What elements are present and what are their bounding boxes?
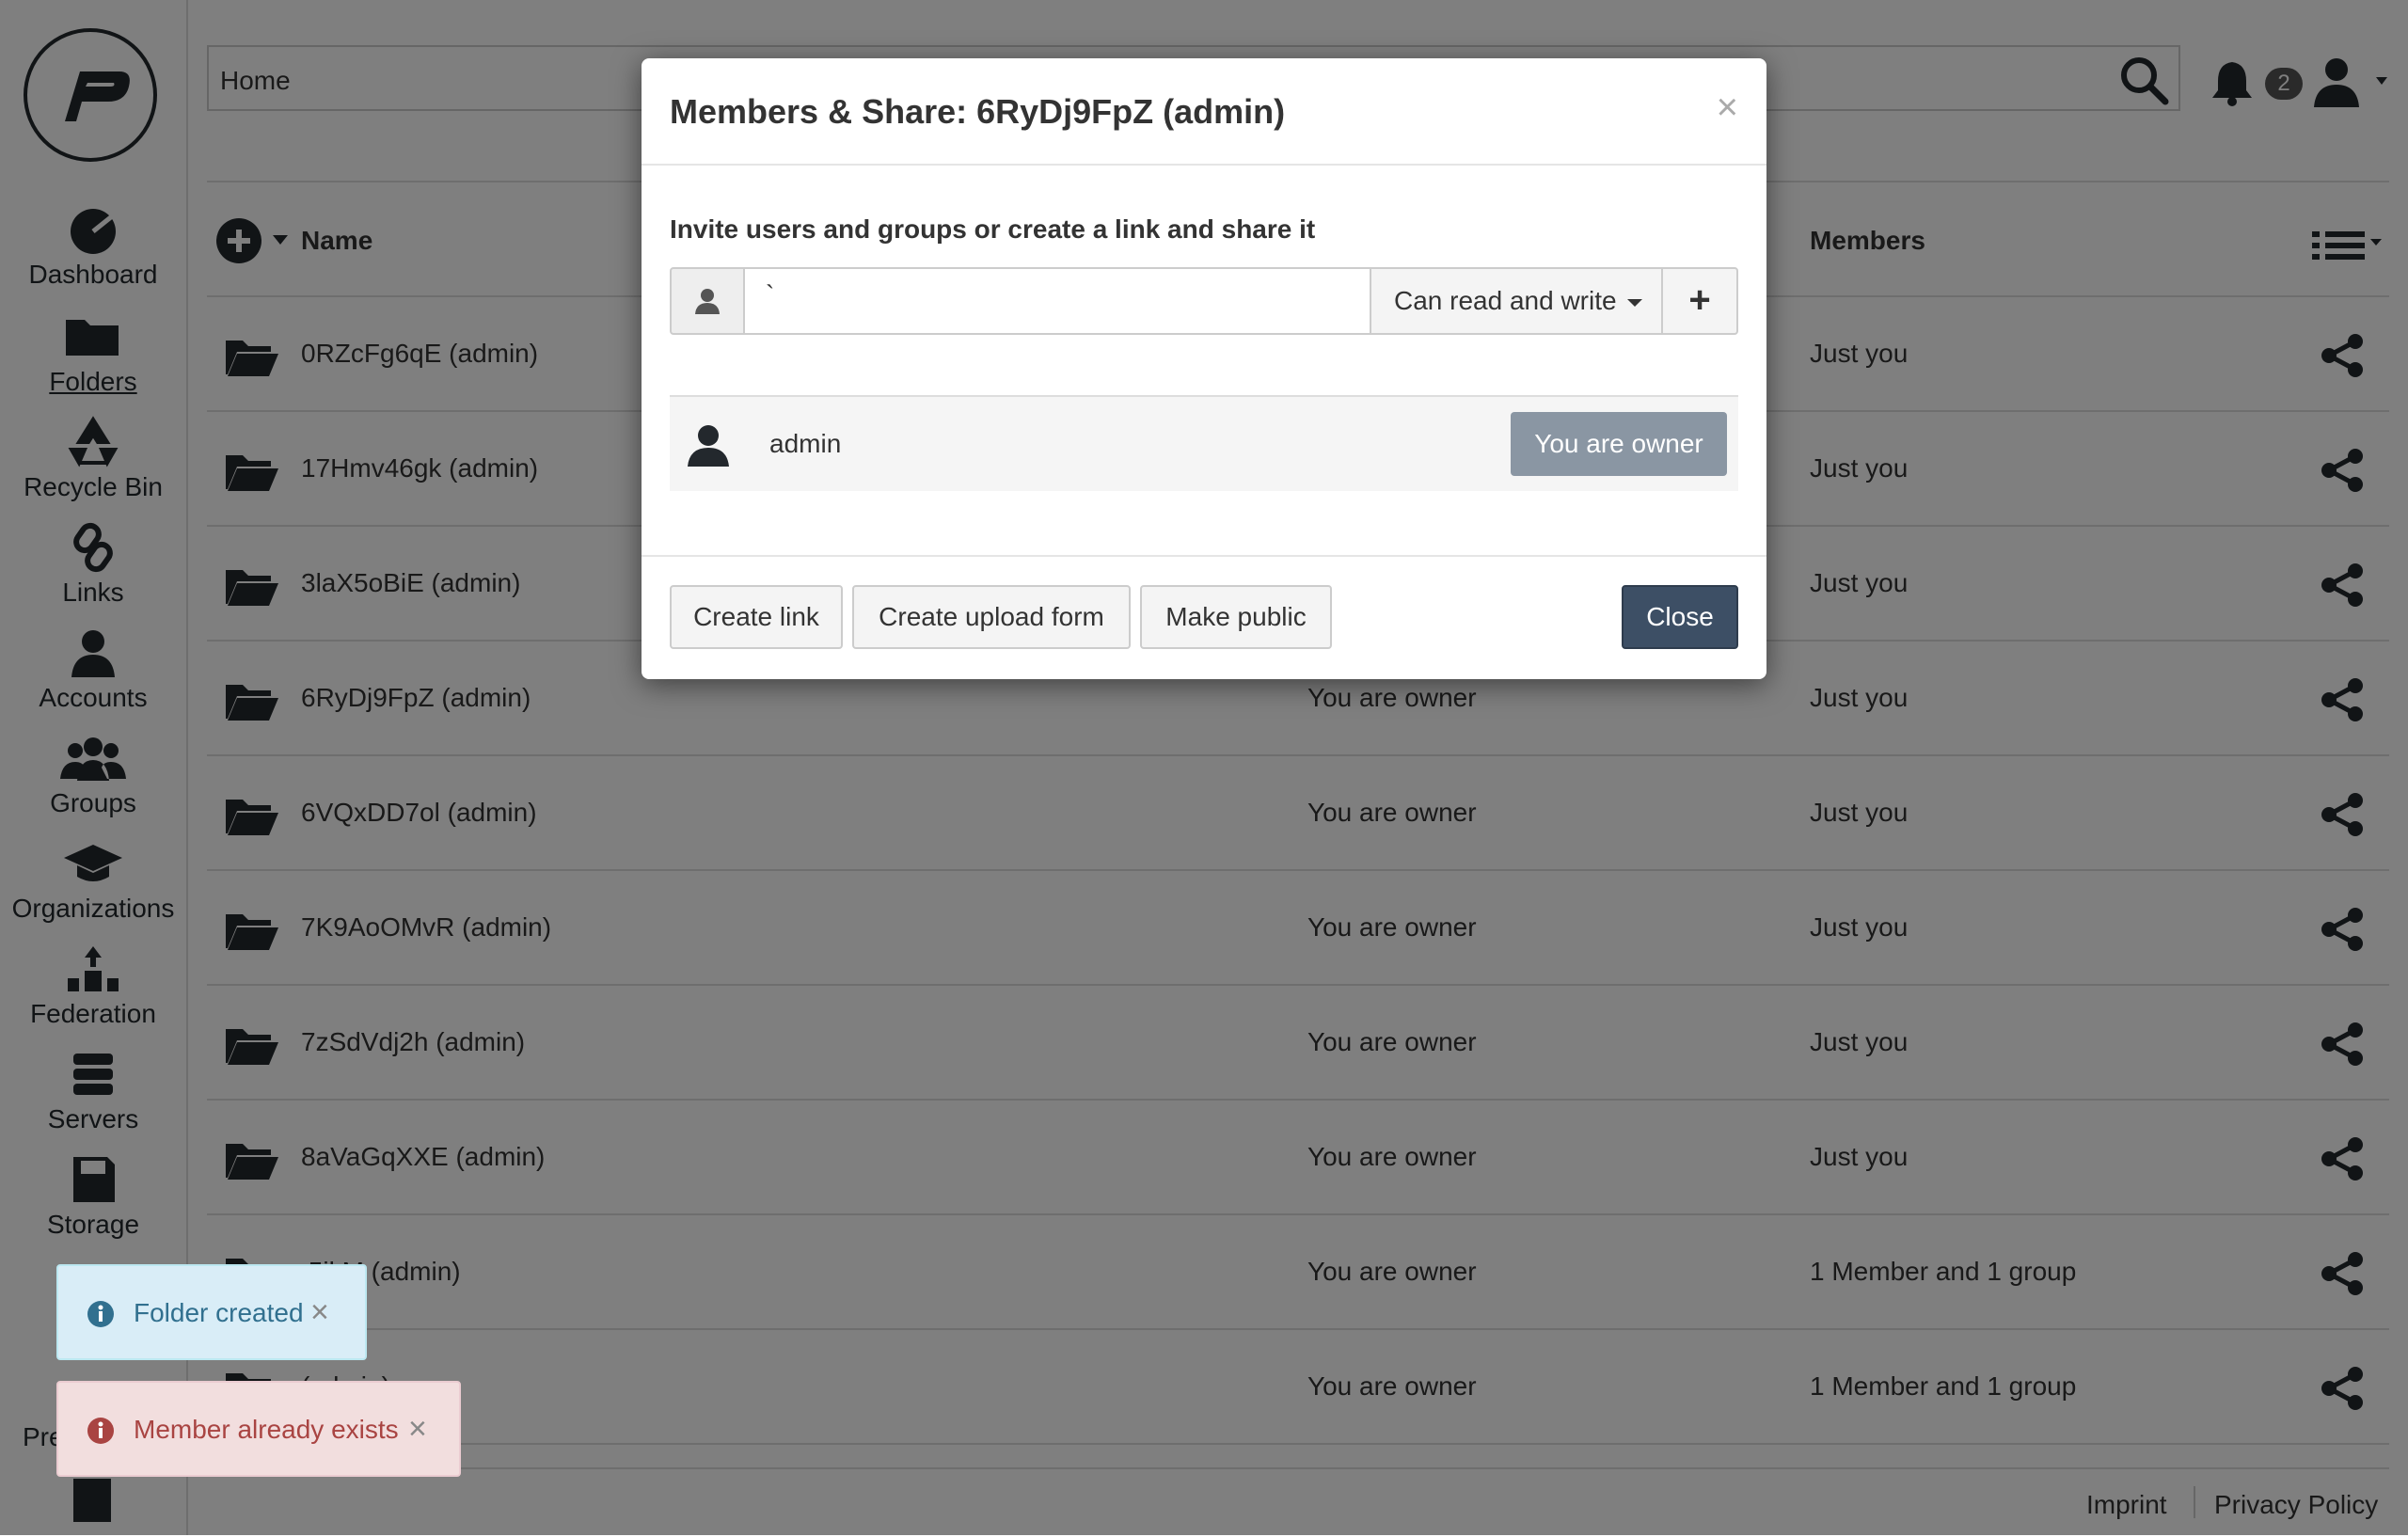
toast-text: Folder created xyxy=(134,1298,304,1327)
close-icon[interactable]: × xyxy=(310,1294,329,1331)
permission-value: Can read and write xyxy=(1394,286,1617,315)
member-row: admin You are owner xyxy=(670,395,1738,491)
create-link-button[interactable]: Create link xyxy=(670,585,843,649)
close-icon[interactable]: × xyxy=(1717,87,1738,129)
info-icon xyxy=(87,1301,114,1327)
share-modal: Members & Share: 6RyDj9FpZ (admin) × Inv… xyxy=(642,58,1766,679)
invite-input-value: ` xyxy=(766,280,775,309)
create-upload-form-button[interactable]: Create upload form xyxy=(852,585,1131,649)
toast-error: Member already exists × xyxy=(56,1381,461,1477)
permission-dropdown[interactable]: Can read and write xyxy=(1370,267,1663,335)
make-public-button[interactable]: Make public xyxy=(1140,585,1332,649)
owner-badge: You are owner xyxy=(1511,412,1727,476)
modal-header: Members & Share: 6RyDj9FpZ (admin) × xyxy=(642,58,1766,166)
toast-text: Member already exists xyxy=(134,1415,399,1444)
info-icon xyxy=(87,1418,114,1444)
close-button[interactable]: Close xyxy=(1622,585,1738,649)
add-member-button[interactable]: + xyxy=(1661,267,1738,335)
close-icon[interactable]: × xyxy=(408,1411,427,1448)
toast-info: Folder created × xyxy=(56,1264,367,1360)
input-addon xyxy=(670,267,745,335)
user-icon xyxy=(688,425,729,467)
modal-footer-divider xyxy=(642,555,1766,557)
caret-down-icon xyxy=(1627,299,1642,307)
invite-input[interactable]: ` xyxy=(743,267,1371,335)
member-name: admin xyxy=(769,429,842,458)
user-icon xyxy=(695,289,720,314)
modal-title: Members & Share: 6RyDj9FpZ (admin) xyxy=(670,92,1286,131)
invite-label: Invite users and groups or create a link… xyxy=(670,214,1316,244)
